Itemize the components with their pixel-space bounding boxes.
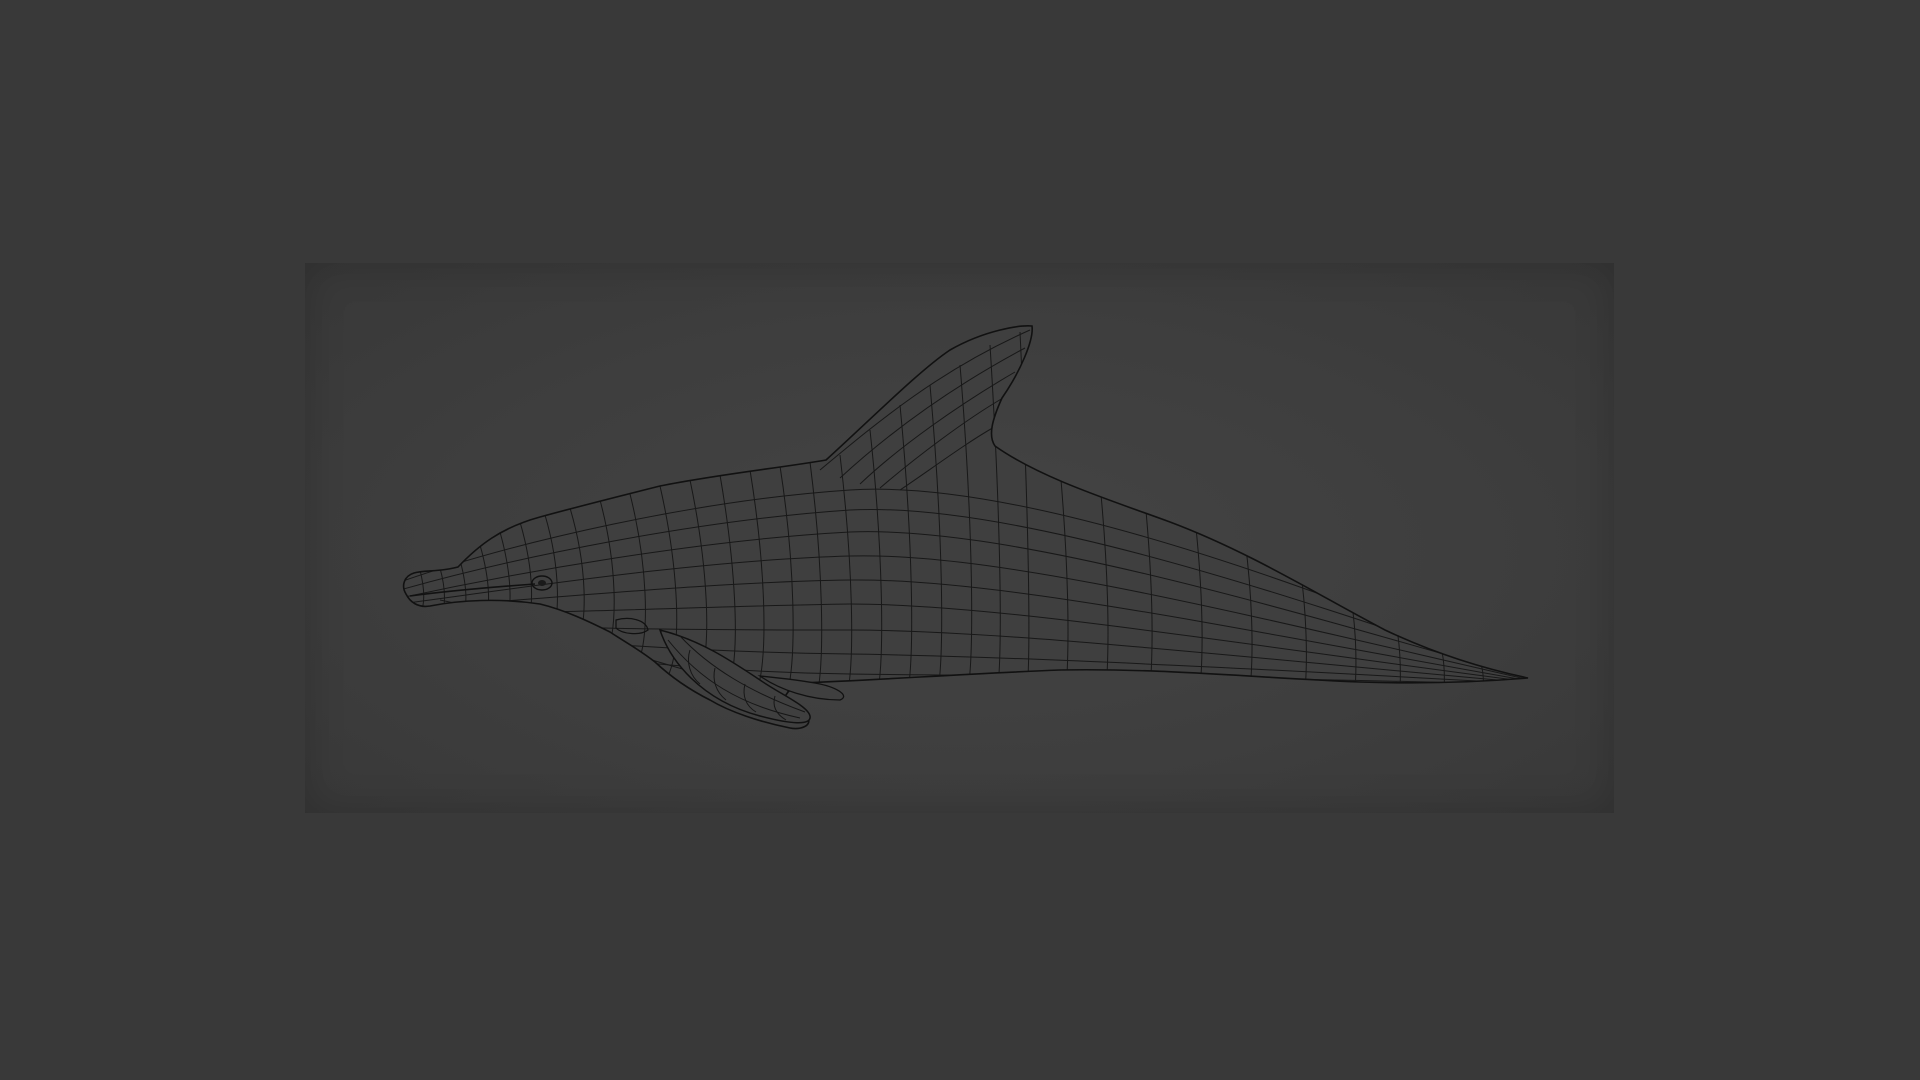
dolphin-wireframe-icon[interactable] [0, 0, 1920, 1080]
3d-viewport[interactable] [0, 0, 1920, 1080]
eye-pupil [538, 580, 546, 586]
dolphin-body-fill [403, 325, 1529, 729]
